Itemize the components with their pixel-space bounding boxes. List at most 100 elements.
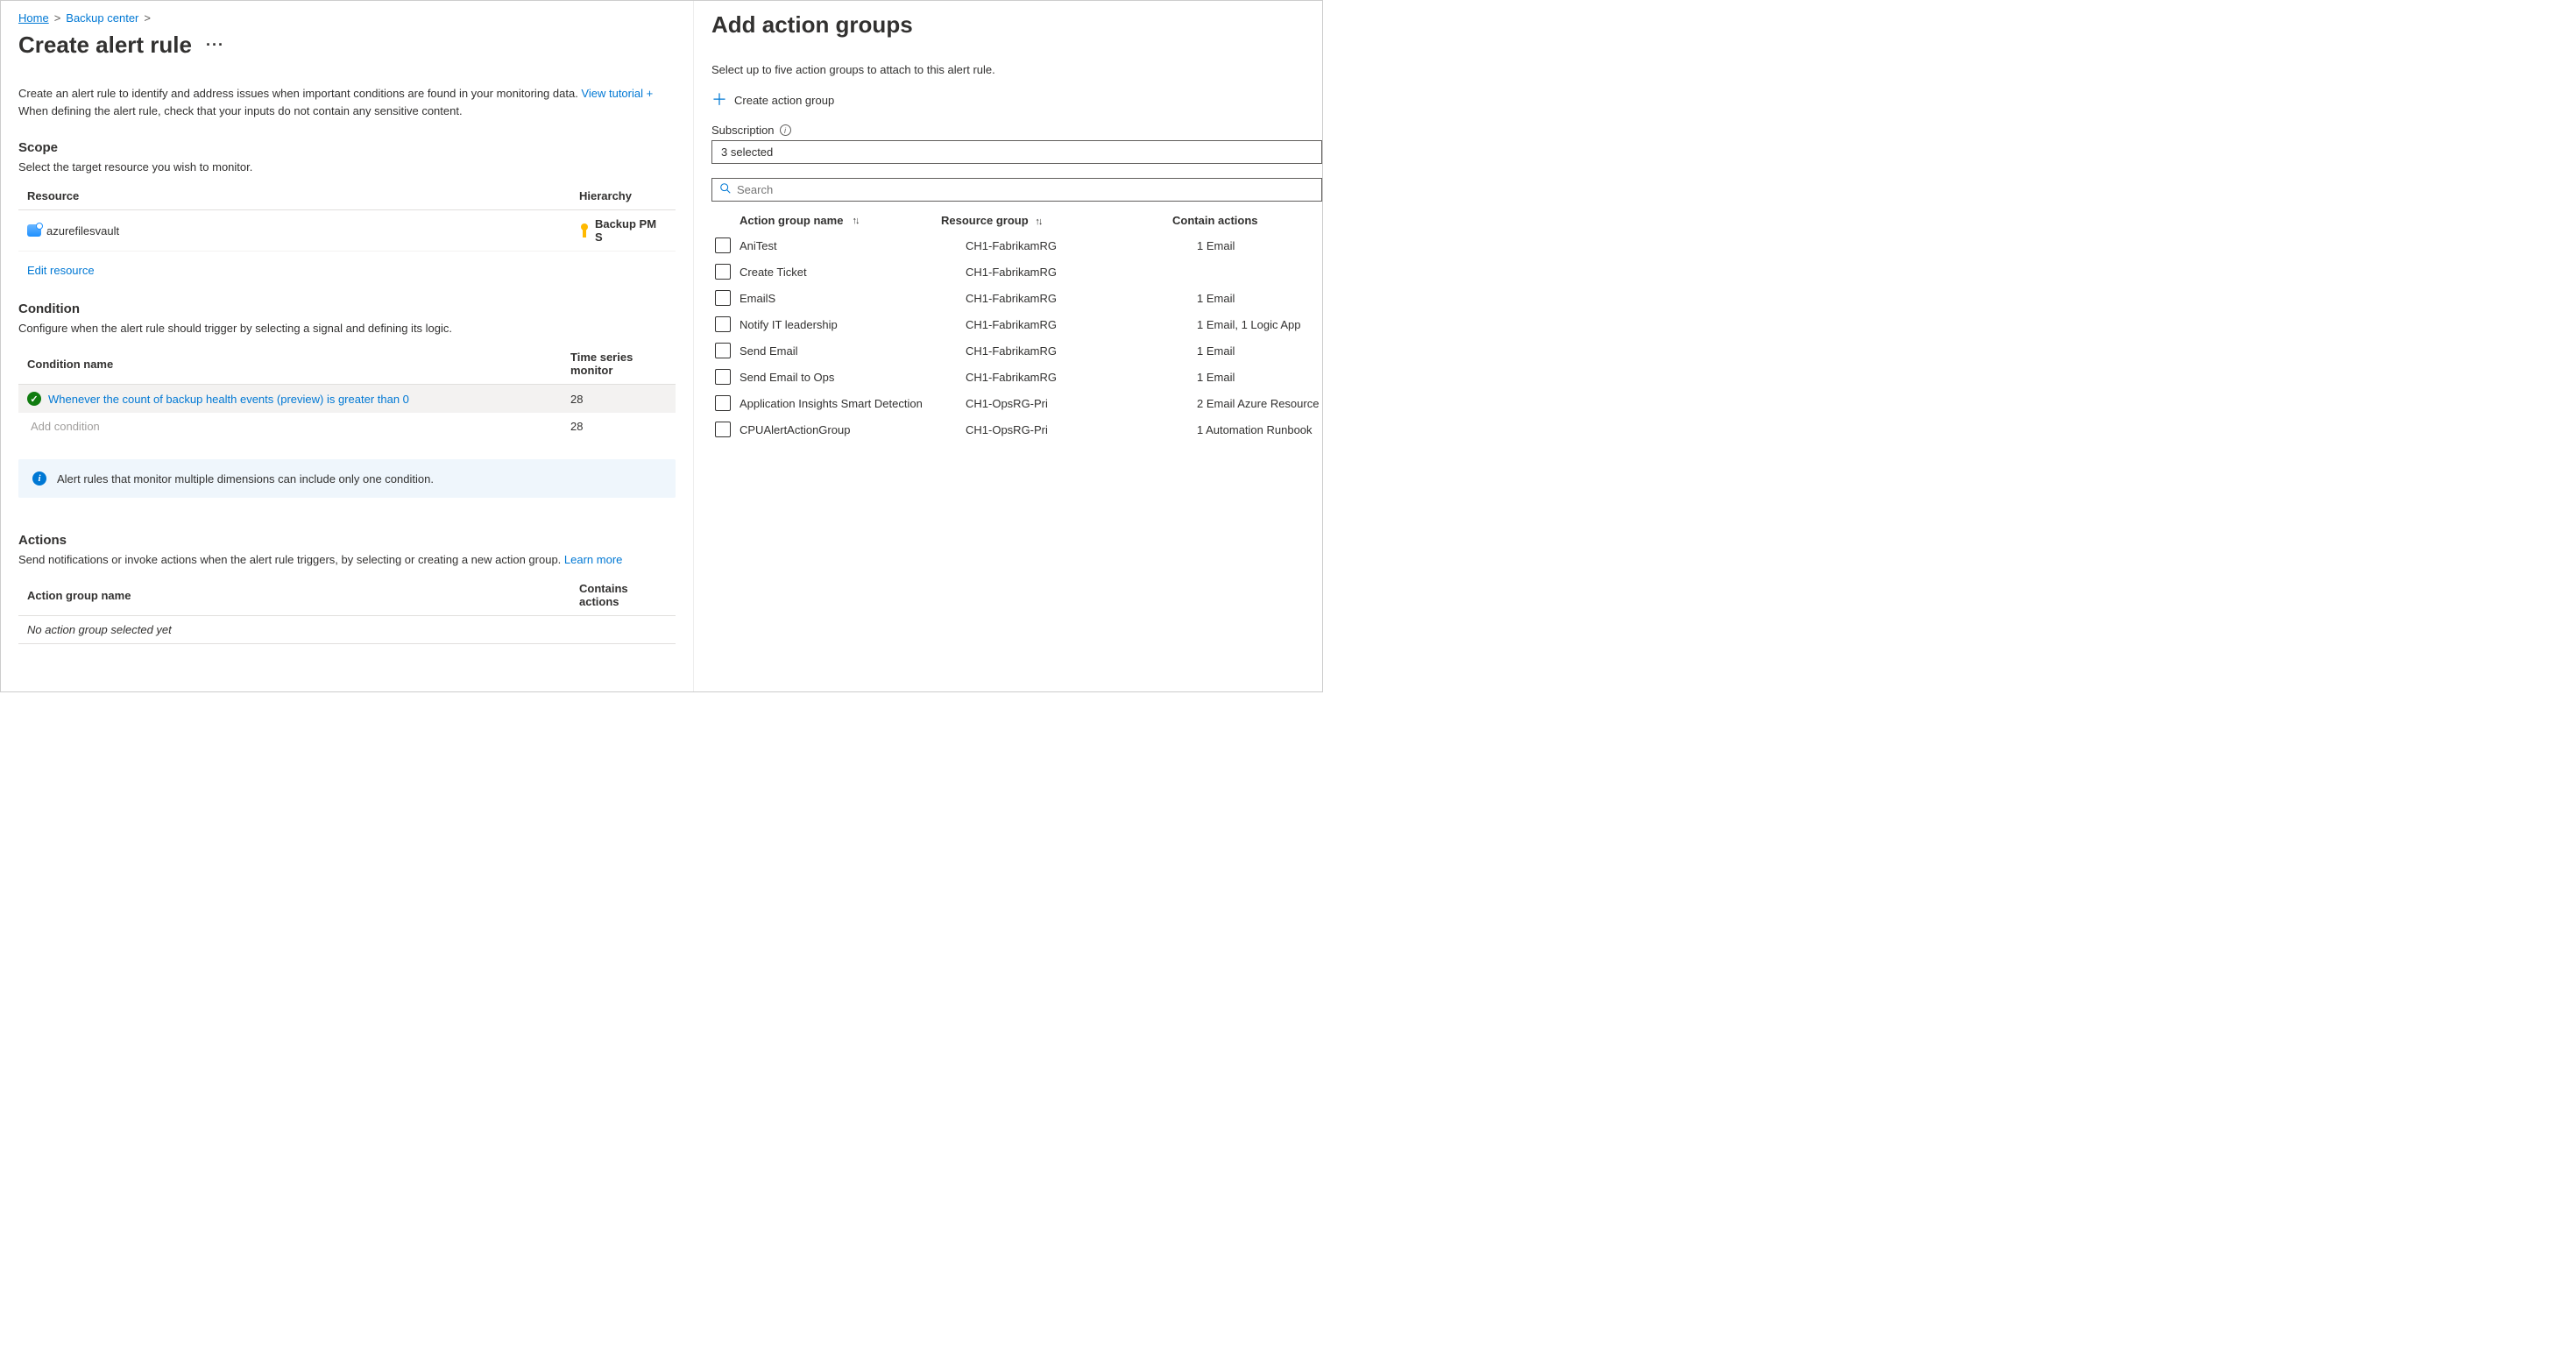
- condition-ts-cell: 28: [570, 393, 667, 406]
- create-action-group-button[interactable]: ＋ Create action group: [711, 92, 834, 108]
- action-group-row[interactable]: CPUAlertActionGroupCH1-OpsRG-Pri1 Automa…: [711, 416, 1322, 443]
- sort-icon: ↑↓: [852, 216, 858, 226]
- row-name: EmailS: [740, 292, 966, 305]
- action-group-row[interactable]: Create TicketCH1-FabrikamRG: [711, 259, 1322, 285]
- col-condition-name: Condition name: [27, 358, 570, 371]
- plus-icon: ＋: [711, 92, 727, 108]
- col-ag-contains: Contains actions: [579, 582, 667, 608]
- row-name: CPUAlertActionGroup: [740, 423, 966, 436]
- row-checkbox[interactable]: [715, 369, 731, 385]
- vault-icon: [27, 224, 41, 237]
- scope-resource-name: azurefilesvault: [46, 224, 119, 237]
- row-name: Application Insights Smart Detection: [740, 397, 966, 410]
- row-resource-group: CH1-FabrikamRG: [966, 318, 1197, 331]
- panel-title: Add action groups: [711, 11, 1322, 39]
- condition-section: Condition Configure when the alert rule …: [18, 301, 676, 498]
- more-menu-icon[interactable]: ···: [206, 36, 224, 54]
- row-resource-group: CH1-FabrikamRG: [966, 292, 1197, 305]
- condition-desc: Configure when the alert rule should tri…: [18, 322, 676, 335]
- scope-section: Scope Select the target resource you wis…: [18, 140, 676, 301]
- row-contain-actions: 1 Automation Runbook: [1197, 423, 1319, 436]
- subscription-dropdown[interactable]: 3 selected: [711, 140, 1322, 164]
- condition-name-cell: ✓ Whenever the count of backup health ev…: [27, 392, 570, 406]
- panel-desc: Select up to five action groups to attac…: [711, 63, 1322, 76]
- info-banner-text: Alert rules that monitor multiple dimens…: [57, 472, 434, 486]
- row-contain-actions: 2 Email Azure Resource M: [1197, 397, 1319, 410]
- row-contain-actions: 1 Email: [1197, 239, 1319, 252]
- action-group-row[interactable]: AniTestCH1-FabrikamRG1 Email: [711, 232, 1322, 259]
- row-contain-actions: 1 Email: [1197, 371, 1319, 384]
- col-header-name-text: Action group name: [740, 214, 843, 227]
- selected-action-groups-table: Action group name Contains actions No ac…: [18, 575, 676, 644]
- scope-row[interactable]: azurefilesvault Backup PM S: [18, 210, 676, 252]
- actions-desc: Send notifications or invoke actions whe…: [18, 553, 676, 566]
- actions-section: Actions Send notifications or invoke act…: [18, 533, 676, 644]
- subscription-label-text: Subscription: [711, 124, 775, 137]
- row-resource-group: CH1-FabrikamRG: [966, 239, 1197, 252]
- info-banner: i Alert rules that monitor multiple dime…: [18, 459, 676, 498]
- subscription-label: Subscription i: [711, 124, 1322, 137]
- chevron-right-icon: >: [144, 11, 151, 25]
- scope-table-header: Resource Hierarchy: [18, 182, 676, 210]
- breadcrumb-backup-center[interactable]: Backup center: [66, 11, 138, 25]
- intro-line2: When defining the alert rule, check that…: [18, 104, 463, 117]
- add-condition-row[interactable]: Add condition 28: [18, 413, 676, 440]
- condition-table-header: Condition name Time series monitor: [18, 344, 676, 385]
- row-resource-group: CH1-OpsRG-Pri: [966, 397, 1197, 410]
- add-action-groups-panel: Add action groups Select up to five acti…: [693, 1, 1322, 691]
- row-resource-group: CH1-OpsRG-Pri: [966, 423, 1197, 436]
- condition-heading: Condition: [18, 301, 676, 316]
- intro-line1: Create an alert rule to identify and add…: [18, 87, 581, 100]
- col-header-name[interactable]: Action group name ↑↓: [715, 214, 941, 227]
- action-group-row[interactable]: Notify IT leadershipCH1-FabrikamRG1 Emai…: [711, 311, 1322, 337]
- col-hierarchy: Hierarchy: [579, 189, 667, 202]
- ag-empty-text: No action group selected yet: [27, 623, 579, 636]
- row-checkbox[interactable]: [715, 395, 731, 411]
- row-checkbox[interactable]: [715, 316, 731, 332]
- row-checkbox[interactable]: [715, 264, 731, 280]
- row-contain-actions: 1 Email: [1197, 292, 1319, 305]
- row-checkbox[interactable]: [715, 343, 731, 358]
- chevron-right-icon: >: [54, 11, 61, 25]
- condition-row[interactable]: ✓ Whenever the count of backup health ev…: [18, 385, 676, 413]
- row-name: Create Ticket: [740, 266, 966, 279]
- action-group-row[interactable]: Application Insights Smart DetectionCH1-…: [711, 390, 1322, 416]
- action-group-row[interactable]: Send EmailCH1-FabrikamRG1 Email: [711, 337, 1322, 364]
- add-condition-ts: 28: [570, 420, 667, 433]
- condition-table: Condition name Time series monitor ✓ Whe…: [18, 344, 676, 440]
- row-name: Send Email: [740, 344, 966, 358]
- checkmark-circle-icon: ✓: [27, 392, 41, 406]
- ag-empty-row: No action group selected yet: [18, 616, 676, 644]
- action-group-row[interactable]: Send Email to OpsCH1-FabrikamRG1 Email: [711, 364, 1322, 390]
- search-icon: [719, 182, 732, 197]
- row-contain-actions: 1 Email: [1197, 344, 1319, 358]
- row-checkbox[interactable]: [715, 422, 731, 437]
- key-icon: [579, 223, 590, 237]
- col-resource: Resource: [27, 189, 579, 202]
- col-time-series: Time series monitor: [570, 351, 667, 377]
- action-group-row[interactable]: EmailSCH1-FabrikamRG1 Email: [711, 285, 1322, 311]
- row-resource-group: CH1-FabrikamRG: [966, 371, 1197, 384]
- sort-icon: ↑↓: [1035, 216, 1041, 227]
- info-icon[interactable]: i: [780, 124, 791, 136]
- search-box[interactable]: [711, 178, 1322, 202]
- ag-table-header: Action group name Contains actions: [18, 575, 676, 616]
- search-input[interactable]: [737, 183, 1314, 196]
- intro-text: Create an alert rule to identify and add…: [18, 85, 676, 119]
- breadcrumb-home[interactable]: Home: [18, 11, 49, 25]
- actions-heading: Actions: [18, 533, 676, 548]
- row-checkbox[interactable]: [715, 237, 731, 253]
- row-checkbox[interactable]: [715, 290, 731, 306]
- info-icon: i: [32, 471, 46, 486]
- view-tutorial-link[interactable]: View tutorial +: [581, 87, 653, 100]
- condition-link[interactable]: Whenever the count of backup health even…: [48, 393, 409, 406]
- row-resource-group: CH1-FabrikamRG: [966, 266, 1197, 279]
- row-name: Send Email to Ops: [740, 371, 966, 384]
- learn-more-link[interactable]: Learn more: [564, 553, 622, 566]
- edit-resource-link[interactable]: Edit resource: [27, 264, 95, 277]
- scope-desc: Select the target resource you wish to m…: [18, 160, 676, 174]
- row-resource-group: CH1-FabrikamRG: [966, 344, 1197, 358]
- col-header-rg[interactable]: Resource group ↑↓: [941, 214, 1172, 227]
- create-action-group-label: Create action group: [734, 94, 834, 107]
- main-content: Home > Backup center > Create alert rule…: [1, 1, 693, 691]
